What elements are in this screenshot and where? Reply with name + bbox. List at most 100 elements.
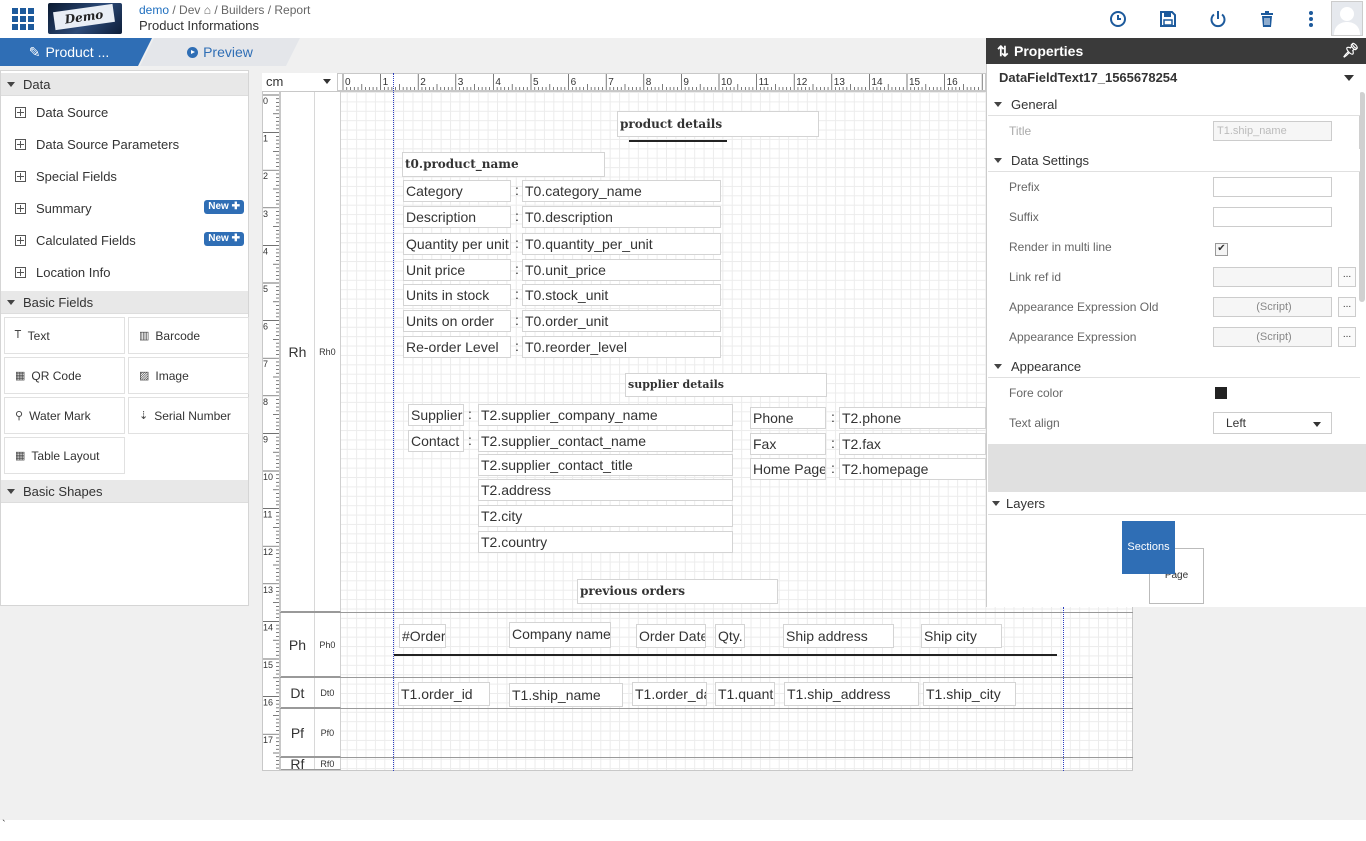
- field-image[interactable]: ▨ Image: [128, 357, 249, 394]
- phone-label[interactable]: Phone: [750, 407, 826, 429]
- column-header[interactable]: Ship city: [921, 624, 1002, 648]
- breadcrumb-dev[interactable]: Dev: [179, 3, 200, 17]
- history-icon[interactable]: [1106, 7, 1130, 31]
- section-layers[interactable]: Layers: [988, 492, 1366, 515]
- column-header[interactable]: #Order: [399, 624, 446, 648]
- fore-color-swatch[interactable]: [1215, 387, 1227, 399]
- logo[interactable]: Demo: [48, 3, 122, 34]
- product-label[interactable]: Description: [403, 206, 511, 228]
- trash-icon[interactable]: [1255, 7, 1279, 31]
- section-basic-shapes[interactable]: Basic Shapes: [1, 480, 248, 503]
- supplier-label[interactable]: Supplier: [408, 404, 464, 426]
- link-ref-input[interactable]: [1213, 267, 1332, 287]
- phone-field[interactable]: T2.phone: [839, 407, 986, 429]
- power-icon[interactable]: [1206, 7, 1230, 31]
- data-item-data-source-parameters[interactable]: Data Source Parameters: [1, 128, 248, 160]
- field-water-mark[interactable]: ⚲ Water Mark: [4, 397, 125, 434]
- appearance-expr-button[interactable]: ...: [1338, 327, 1356, 347]
- fax-field[interactable]: T2.fax: [839, 433, 986, 455]
- data-item-summary[interactable]: Summary New ✚: [1, 192, 248, 224]
- band-page-header[interactable]: Ph Ph0: [281, 613, 341, 677]
- heading-product-details[interactable]: product details: [617, 111, 819, 137]
- field-barcode[interactable]: ▥ Barcode: [128, 317, 249, 354]
- selected-object-name[interactable]: DataFieldText17_1565678254: [999, 70, 1177, 85]
- supplier-field[interactable]: T2.supplier_company_name: [478, 404, 733, 426]
- save-icon[interactable]: [1156, 7, 1180, 31]
- product-value-field[interactable]: T0.order_unit: [522, 310, 721, 332]
- product-value-field[interactable]: T0.reorder_level: [522, 336, 721, 358]
- more-vertical-icon[interactable]: [1299, 7, 1323, 31]
- column-header[interactable]: Qty.: [715, 624, 745, 648]
- section-data[interactable]: Data: [1, 73, 248, 96]
- data-item-location-info[interactable]: Location Info: [1, 256, 248, 288]
- pin-icon[interactable]: 📌︎: [1342, 42, 1360, 59]
- supplier-field[interactable]: T2.country: [478, 531, 733, 553]
- data-item-special-fields[interactable]: Special Fields: [1, 160, 248, 192]
- fax-label[interactable]: Fax: [750, 433, 826, 455]
- detail-field[interactable]: T1.order_da: [632, 682, 707, 706]
- section-basic-fields[interactable]: Basic Fields: [1, 291, 248, 314]
- field-serial-number[interactable]: ⇣ Serial Number: [128, 397, 249, 434]
- section-appearance[interactable]: Appearance: [988, 355, 1360, 378]
- tab-preview[interactable]: Preview: [140, 38, 300, 66]
- unit-select[interactable]: cm: [262, 73, 338, 91]
- prefix-input[interactable]: [1213, 177, 1332, 197]
- band-report-header[interactable]: Rh Rh0: [281, 92, 341, 612]
- new-badge[interactable]: New ✚: [204, 232, 244, 246]
- appearance-expr-old-input[interactable]: (Script): [1213, 297, 1332, 317]
- avatar[interactable]: [1331, 1, 1363, 36]
- text-align-select[interactable]: Left: [1213, 412, 1332, 434]
- title-input[interactable]: T1.ship_name: [1213, 121, 1332, 141]
- appearance-expr-input[interactable]: (Script): [1213, 327, 1332, 347]
- homepage-label[interactable]: Home Page: [750, 458, 826, 480]
- heading-supplier-details[interactable]: supplier details: [625, 373, 827, 397]
- band-detail[interactable]: Dt Dt0: [281, 678, 341, 708]
- column-header[interactable]: Ship address: [783, 624, 894, 648]
- product-label[interactable]: Quantity per unit: [403, 233, 511, 255]
- detail-field[interactable]: T1.ship_city: [923, 682, 1016, 706]
- heading-previous-orders[interactable]: previous orders: [577, 579, 778, 604]
- supplier-field[interactable]: T2.supplier_contact_name: [478, 430, 733, 452]
- detail-field[interactable]: T1.order_id: [398, 682, 490, 706]
- suffix-input[interactable]: [1213, 207, 1332, 227]
- data-item-calculated-fields[interactable]: Calculated Fields New ✚: [1, 224, 248, 256]
- detail-field[interactable]: T1.ship_name: [509, 683, 623, 707]
- homepage-field[interactable]: T2.homepage: [839, 458, 986, 480]
- column-header[interactable]: Order Date: [636, 624, 706, 648]
- detail-field[interactable]: T1.quant: [715, 682, 775, 706]
- breadcrumb-demo[interactable]: demo: [139, 3, 169, 17]
- data-item-data-source[interactable]: Data Source: [1, 96, 248, 128]
- supplier-field[interactable]: T2.city: [478, 505, 733, 527]
- appearance-expr-old-button[interactable]: ...: [1338, 297, 1356, 317]
- product-value-field[interactable]: T0.stock_unit: [522, 284, 721, 306]
- product-label[interactable]: Unit price: [403, 259, 511, 281]
- product-value-field[interactable]: T0.description: [522, 206, 721, 228]
- product-label[interactable]: Units on order: [403, 310, 511, 332]
- product-value-field[interactable]: T0.category_name: [522, 180, 721, 202]
- product-label[interactable]: Category: [403, 180, 511, 202]
- supplier-field[interactable]: T2.address: [478, 479, 733, 501]
- layer-sections[interactable]: Sections: [1122, 521, 1175, 574]
- detail-field[interactable]: T1.ship_address: [784, 682, 919, 706]
- section-data-settings[interactable]: Data Settings: [988, 149, 1360, 172]
- column-header[interactable]: Company name: [509, 622, 611, 648]
- apps-grid-icon[interactable]: [12, 8, 34, 30]
- field-table-layout[interactable]: ▦ Table Layout: [4, 437, 125, 474]
- properties-scrollbar[interactable]: [1359, 92, 1365, 302]
- product-label[interactable]: Re-order Level: [403, 336, 511, 358]
- field-text[interactable]: Ꭲ Text: [4, 317, 125, 354]
- product-value-field[interactable]: T0.unit_price: [522, 259, 721, 281]
- supplier-field[interactable]: T2.supplier_contact_title: [478, 454, 733, 476]
- contact-label[interactable]: Contact: [408, 430, 464, 452]
- section-general[interactable]: General: [988, 93, 1360, 116]
- product-label[interactable]: Units in stock: [403, 284, 511, 306]
- tab-design[interactable]: ✎ Product ...: [0, 38, 152, 66]
- product-value-field[interactable]: T0.quantity_per_unit: [522, 233, 721, 255]
- render-multi-checkbox[interactable]: ✔: [1215, 243, 1228, 256]
- breadcrumb-builders[interactable]: Builders: [221, 3, 264, 17]
- product-name-field[interactable]: t0.product_name: [402, 152, 605, 177]
- link-ref-browse-button[interactable]: ...: [1338, 267, 1356, 287]
- band-report-footer[interactable]: Rf Rf0: [281, 756, 341, 772]
- new-badge[interactable]: New ✚: [204, 200, 244, 214]
- chevron-down-icon[interactable]: [1344, 75, 1354, 81]
